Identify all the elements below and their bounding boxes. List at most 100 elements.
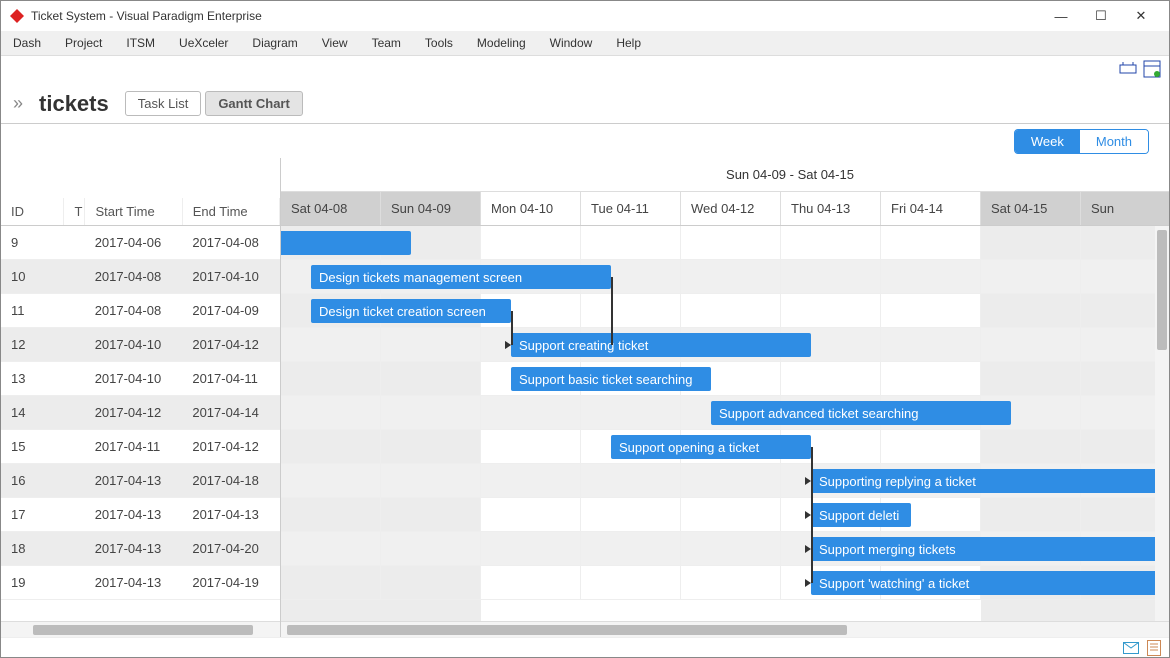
menu-window[interactable]: Window: [550, 36, 593, 50]
cell-end: 2017-04-10: [182, 269, 280, 284]
gantt-bar[interactable]: Support 'watching' a ticket: [811, 571, 1169, 595]
breadcrumb-chevron-icon: »: [13, 93, 23, 114]
cell-start: 2017-04-08: [85, 303, 183, 318]
col-t[interactable]: T: [64, 198, 85, 225]
gantt-row: Support merging tickets: [281, 532, 1169, 566]
cell-id: 12: [1, 337, 65, 352]
cell-id: 19: [1, 575, 65, 590]
window-title: Ticket System - Visual Paradigm Enterpri…: [31, 9, 1041, 23]
table-row[interactable]: 162017-04-132017-04-18: [1, 464, 280, 498]
cell-end: 2017-04-20: [182, 541, 280, 556]
gantt-row: Support advanced ticket searching: [281, 396, 1169, 430]
toolbar-icon-b[interactable]: [1143, 60, 1161, 81]
table-row[interactable]: 10 2017-04-082017-04-10: [1, 260, 280, 294]
gantt-bar[interactable]: Support deleti: [811, 503, 911, 527]
table-row[interactable]: 132017-04-102017-04-11: [1, 362, 280, 396]
gantt-bar[interactable]: Support advanced ticket searching: [711, 401, 1011, 425]
gantt-bar[interactable]: Design tickets management screen: [311, 265, 611, 289]
period-week[interactable]: Week: [1015, 130, 1080, 153]
table-row[interactable]: 152017-04-112017-04-12: [1, 430, 280, 464]
left-h-scroll[interactable]: [1, 621, 280, 637]
menu-modeling[interactable]: Modeling: [477, 36, 526, 50]
cell-id: 17: [1, 507, 65, 522]
note-icon[interactable]: [1147, 640, 1161, 656]
cell-start: 2017-04-08: [85, 269, 183, 284]
cell-id: 10: [1, 269, 65, 284]
gantt-row: Design ticket creation screen: [281, 294, 1169, 328]
menu-project[interactable]: Project: [65, 36, 102, 50]
gantt-area: ID T Start Time End Time 92017-04-062017…: [1, 158, 1169, 637]
table-row[interactable]: 172017-04-132017-04-13: [1, 498, 280, 532]
gantt-row: Support creating ticket: [281, 328, 1169, 362]
cell-end: 2017-04-19: [182, 575, 280, 590]
table-row[interactable]: 11 2017-04-082017-04-09: [1, 294, 280, 328]
day-header: Sun 04-09: [381, 192, 481, 226]
cell-start: 2017-04-13: [85, 507, 183, 522]
cell-id: 14: [1, 405, 65, 420]
minimize-button[interactable]: —: [1041, 9, 1081, 24]
menu-itsm[interactable]: ITSM: [126, 36, 155, 50]
cell-start: 2017-04-10: [85, 337, 183, 352]
menu-help[interactable]: Help: [616, 36, 641, 50]
dependency-arrow-icon: [505, 341, 511, 349]
gantt-bar[interactable]: Support creating ticket: [511, 333, 811, 357]
menu-uexceler[interactable]: UeXceler: [179, 36, 228, 50]
page-title: tickets: [39, 91, 109, 117]
menu-view[interactable]: View: [322, 36, 348, 50]
maximize-button[interactable]: ☐: [1081, 8, 1121, 24]
day-header: Wed 04-12: [681, 192, 781, 226]
gantt-row: [281, 226, 1169, 260]
dependency-arrow-icon: [805, 579, 811, 587]
menu-team[interactable]: Team: [372, 36, 401, 50]
close-button[interactable]: ✕: [1121, 8, 1161, 24]
gantt-bar[interactable]: Supporting replying a ticket: [811, 469, 1169, 493]
gantt-right-pane: Sun 04-09 - Sat 04-15 Sat 04-08Sun 04-09…: [281, 158, 1169, 637]
menu-dash[interactable]: Dash: [13, 36, 41, 50]
table-row[interactable]: 182017-04-132017-04-20: [1, 532, 280, 566]
gantt-bar[interactable]: Design ticket creation screen: [311, 299, 511, 323]
toolbar-icon-a[interactable]: [1119, 60, 1137, 81]
cell-start: 2017-04-10: [85, 371, 183, 386]
dependency-line: [511, 311, 513, 345]
gantt-bar[interactable]: Support merging tickets: [811, 537, 1169, 561]
cell-end: 2017-04-09: [182, 303, 280, 318]
table-row[interactable]: 142017-04-122017-04-14: [1, 396, 280, 430]
day-header: Fri 04-14: [881, 192, 981, 226]
tab-gantt-chart[interactable]: Gantt Chart: [205, 91, 303, 116]
day-header: Sun: [1081, 192, 1169, 226]
day-header: Thu 04-13: [781, 192, 881, 226]
period-month[interactable]: Month: [1080, 130, 1148, 153]
cell-start: 2017-04-13: [85, 541, 183, 556]
gantt-bar[interactable]: Support opening a ticket: [611, 435, 811, 459]
col-id[interactable]: ID: [1, 198, 64, 225]
gantt-row: Supporting replying a ticket: [281, 464, 1169, 498]
titlebar: Ticket System - Visual Paradigm Enterpri…: [1, 1, 1169, 31]
period-row: Week Month: [1, 124, 1169, 158]
col-end[interactable]: End Time: [183, 198, 280, 225]
gantt-left-pane: ID T Start Time End Time 92017-04-062017…: [1, 158, 281, 637]
day-header: Tue 04-11: [581, 192, 681, 226]
statusbar: [1, 637, 1169, 657]
right-v-scroll[interactable]: [1155, 226, 1169, 621]
menubar: Dash Project ITSM UeXceler Diagram View …: [1, 31, 1169, 56]
gantt-row: Design tickets management screen: [281, 260, 1169, 294]
right-h-scroll[interactable]: [281, 621, 1169, 637]
table-row[interactable]: 192017-04-132017-04-19: [1, 566, 280, 600]
cell-start: 2017-04-06: [85, 235, 183, 250]
cell-end: 2017-04-18: [182, 473, 280, 488]
tab-task-list[interactable]: Task List: [125, 91, 202, 116]
cell-end: 2017-04-12: [182, 337, 280, 352]
table-row[interactable]: 12 2017-04-102017-04-12: [1, 328, 280, 362]
gantt-row: Support 'watching' a ticket: [281, 566, 1169, 600]
mail-icon[interactable]: [1123, 642, 1139, 654]
cell-id: 15: [1, 439, 65, 454]
cell-id: 11: [1, 303, 65, 318]
gantt-bar[interactable]: [281, 231, 411, 255]
col-start[interactable]: Start Time: [85, 198, 182, 225]
gantt-bar[interactable]: Support basic ticket searching: [511, 367, 711, 391]
cell-start: 2017-04-11: [85, 439, 183, 454]
menu-tools[interactable]: Tools: [425, 36, 453, 50]
page-header: » tickets Task List Gantt Chart: [1, 84, 1169, 124]
menu-diagram[interactable]: Diagram: [252, 36, 297, 50]
table-row[interactable]: 92017-04-062017-04-08: [1, 226, 280, 260]
